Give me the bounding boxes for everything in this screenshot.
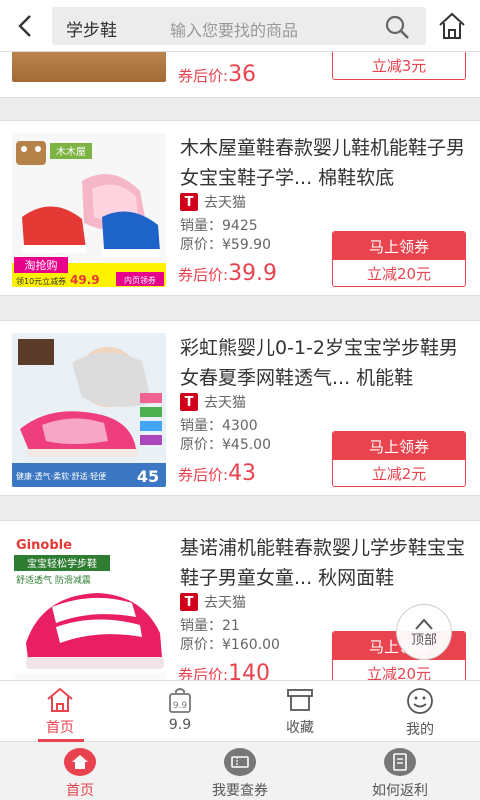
thumb-price: 49.9 [70,273,100,287]
list-doc-icon [384,748,416,776]
thumb-brand: Ginoble [16,538,72,553]
product-card[interactable]: Ginoble 宝宝轻松学步鞋 舒适透气 防滑减震 基诺浦机能鞋春款婴儿学步鞋宝… [0,520,480,680]
coupon-discount: 立减20元 [366,665,432,680]
nav-how-rebate[interactable]: 如何返利 [320,742,480,800]
thumb-sub: 领10元立减券 [16,276,66,286]
product-card[interactable]: 健康·透气·柔软·舒适·轻便 45 彩虹熊婴儿0-1-2岁宝宝学步鞋男女春夏季网… [0,320,480,496]
thumb-brand: 木木屋 [56,146,86,158]
sales-count: 4300 [222,418,258,434]
coupon-discount: 立减20元 [366,265,432,283]
after-coupon-price: 券后价:39.9 [178,261,278,286]
product-meta: 销量：21 原价：¥160.00 [180,618,280,653]
coupon-button[interactable]: 马上领券 立减20元 [332,231,466,287]
coupon-button[interactable]: 马上领券 立减2元 [332,431,466,487]
sales-count: 21 [222,618,240,634]
tmall-icon: T [180,593,198,611]
back-to-top-label: 顶部 [410,632,437,648]
sales-count: 9425 [222,218,258,234]
home-button[interactable] [432,6,472,46]
product-card-partial[interactable]: 券后价:36 立减3元 [0,52,480,98]
app-screen: 学步鞋 输入您要找的商品 券后价:36 立减3元 木木屋 淘抢购 领10元立减券… [0,0,480,800]
smiley-icon [407,688,433,714]
search-box[interactable]: 学步鞋 输入您要找的商品 [52,7,426,45]
after-coupon-price: 券后价:43 [178,461,257,486]
ticket-icon [224,748,256,776]
search-icon[interactable] [384,14,410,44]
home-outline-icon [47,687,73,712]
thumb-price: 45 [137,467,159,486]
original-price: 160.00 [230,637,280,653]
product-card[interactable]: 木木屋 淘抢购 领10元立减券 49.9 内页领券 木木屋童鞋春款婴儿鞋机能鞋子… [0,120,480,296]
shop-link[interactable]: T 去天猫 [180,392,246,412]
tab-99[interactable]: 9.9 9.9 [120,681,240,741]
product-thumbnail: Ginoble 宝宝轻松学步鞋 舒适透气 防滑减震 [12,533,166,680]
product-list[interactable]: 券后价:36 立减3元 木木屋 淘抢购 领10元立减券 49.9 内页领券 木木… [0,52,480,680]
product-title[interactable]: 基诺浦机能鞋春款婴儿学步鞋宝宝鞋子男童女童... 秋网面鞋 [180,533,470,593]
get-coupon-label: 马上领券 [333,432,465,460]
product-meta: 销量：4300 原价：¥45.00 [180,418,272,453]
original-price: 59.90 [230,237,272,253]
nav-home[interactable]: 首页 [0,742,160,800]
thumb-sub2: 内页领券 [124,275,156,285]
category-tab-bar: 首页 9.9 9.9 收藏 我的 [0,680,480,742]
tab-mine[interactable]: 我的 [360,681,480,741]
original-price: 45.00 [230,437,272,453]
shop-link[interactable]: T 去天猫 [180,592,246,612]
product-meta: 销量：9425 原价：¥59.90 [180,218,272,253]
house-icon [439,12,465,39]
search-keyword: 学步鞋 [66,21,117,41]
tab-home[interactable]: 首页 [0,681,120,741]
back-to-top-button[interactable]: 顶部 [396,604,452,660]
back-button[interactable] [6,6,46,46]
thumb-line1: 宝宝轻松学步鞋 [27,557,97,570]
product-thumbnail [12,52,166,82]
coupon-discount: 立减2元 [371,465,427,483]
home-filled-icon [64,748,96,776]
bag-99-icon: 9.9 [169,688,191,713]
product-title[interactable]: 木木屋童鞋春款婴儿鞋机能鞋子男女宝宝鞋子学... 棉鞋软底 [180,133,470,193]
nav-check-coupon[interactable]: 我要查券 [160,742,320,800]
box-icon [287,689,313,711]
tmall-icon: T [180,393,198,411]
tab-favorites[interactable]: 收藏 [240,681,360,741]
chevron-left-icon [18,15,31,37]
get-coupon-label: 马上领券 [333,232,465,260]
tmall-icon: T [180,193,198,211]
product-thumbnail: 木木屋 淘抢购 领10元立减券 49.9 内页领券 [12,133,166,287]
shop-link[interactable]: T 去天猫 [180,192,246,212]
product-thumbnail: 健康·透气·柔软·舒适·轻便 45 [12,333,166,487]
top-bar: 学步鞋 输入您要找的商品 [0,0,480,52]
search-input[interactable]: 输入您要找的商品 [170,17,298,41]
product-title[interactable]: 彩虹熊婴儿0-1-2岁宝宝学步鞋男女春夏季网鞋透气... 机能鞋 [180,333,470,393]
bottom-navigation: 首页 我要查券 如何返利 [0,742,480,800]
coupon-discount: 立减3元 [371,57,427,75]
coupon-button[interactable]: 立减3元 [332,52,466,80]
after-coupon-price: 券后价:140 [178,661,271,680]
thumb-line2: 舒适透气 防滑减震 [16,574,91,586]
svg-text:9.9: 9.9 [173,701,188,711]
after-coupon-price: 券后价:36 [178,62,257,87]
thumb-footer: 健康·透气·柔软·舒适·轻便 [16,471,106,481]
thumb-promo: 淘抢购 [25,258,58,272]
